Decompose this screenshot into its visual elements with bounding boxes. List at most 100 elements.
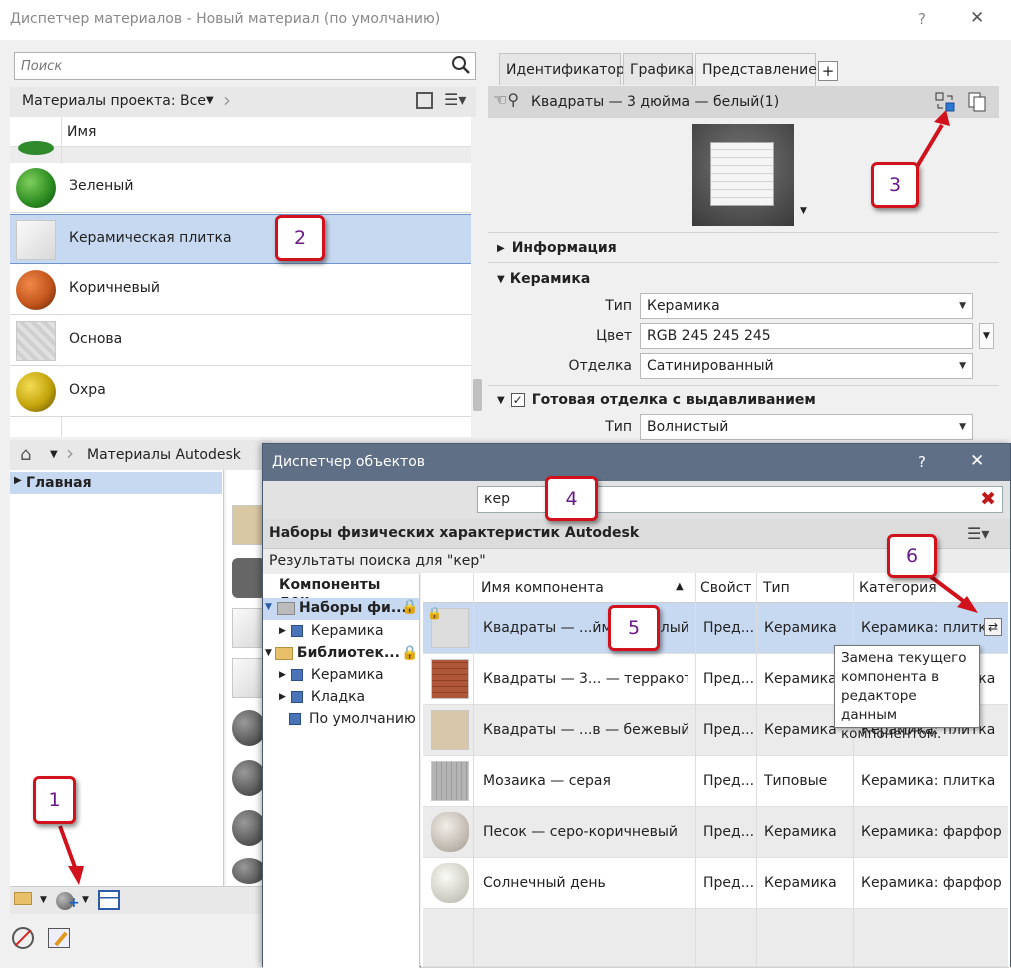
- list-options-icon[interactable]: ☰▾: [444, 90, 466, 109]
- finish-checkbox[interactable]: ✓: [510, 393, 525, 407]
- column-header-name[interactable]: Имя компонента: [481, 580, 604, 596]
- callout-number: 4: [565, 487, 578, 510]
- list-item[interactable]: Охра: [10, 367, 471, 417]
- chevron-down-icon[interactable]: ▼: [50, 449, 58, 460]
- dialog-titlebar: Диспетчер объектов ? ✕: [263, 444, 1010, 481]
- category-icon: [290, 669, 303, 681]
- section-finish-header[interactable]: ▼ ✓ Готовая отделка с выдавливанием: [497, 392, 816, 408]
- list-item[interactable]: Основа: [10, 316, 471, 366]
- open-library-icon[interactable]: [14, 892, 32, 909]
- replace-asset-icon[interactable]: [935, 92, 955, 112]
- tree-item[interactable]: ▼ Библиотек...: [265, 645, 400, 661]
- library-thumbnail: [232, 658, 266, 698]
- column-header-category[interactable]: Категория: [859, 580, 937, 596]
- section-ceramic-header[interactable]: ▼ Керамика: [497, 271, 590, 287]
- collapse-icon[interactable]: ▼: [265, 648, 272, 658]
- name-column-header[interactable]: Имя: [67, 124, 96, 140]
- section-info-header[interactable]: ▶ Информация: [497, 240, 617, 256]
- asset-category: Керамика: плитка: [861, 620, 985, 636]
- project-materials-filter[interactable]: Материалы проекта: Все: [22, 93, 206, 109]
- view-toggle-icon[interactable]: [416, 92, 433, 109]
- expand-icon[interactable]: ▶: [14, 475, 22, 486]
- list-item-selected[interactable]: Керамическая плитка: [10, 214, 471, 264]
- relief-type-value: Волнистый: [647, 419, 729, 435]
- collapse-icon[interactable]: ▼: [265, 602, 272, 612]
- bottom-toolbar: ▼ + ▼: [10, 886, 262, 914]
- chevron-down-icon[interactable]: ▼: [40, 895, 47, 905]
- chevron-down-icon: ▼: [959, 301, 966, 311]
- relief-type-dropdown[interactable]: Волнистый ▼: [640, 414, 973, 440]
- results-label: Результаты поиска для "кер": [269, 553, 486, 569]
- callout-3: 3: [871, 162, 919, 208]
- home-icon[interactable]: ⌂: [20, 444, 31, 465]
- asset-type: Типовые: [764, 773, 828, 789]
- scrollbar-thumb[interactable]: [473, 379, 482, 411]
- add-tab-button[interactable]: +: [818, 61, 838, 81]
- library-thumbnail: [232, 505, 266, 545]
- hand-asset-icon: ☜⚲: [493, 90, 520, 109]
- material-browser-toggle-icon[interactable]: [98, 890, 120, 910]
- collapse-icon[interactable]: ▼: [497, 395, 505, 406]
- expand-icon[interactable]: ▶: [279, 692, 286, 702]
- list-options-icon[interactable]: ☰▾: [967, 524, 989, 543]
- finish-dropdown[interactable]: Сатинированный ▼: [640, 353, 973, 379]
- help-button[interactable]: ?: [918, 10, 926, 28]
- preview-options-icon[interactable]: ▼: [800, 206, 807, 216]
- tab-graphics[interactable]: Графика: [623, 53, 694, 85]
- search-input[interactable]: [14, 52, 476, 80]
- tree-item-label: Главная: [26, 475, 92, 491]
- color-field[interactable]: RGB 245 245 245: [640, 323, 973, 349]
- tree-item-home[interactable]: ▶ Главная: [10, 472, 222, 494]
- help-button[interactable]: ?: [918, 453, 926, 471]
- expand-icon[interactable]: ▶: [497, 243, 505, 254]
- search-icon[interactable]: [451, 55, 471, 79]
- chevron-down-icon[interactable]: ▼: [82, 895, 89, 905]
- expand-icon[interactable]: ▶: [279, 670, 286, 680]
- tree-item[interactable]: ▶ Керамика: [279, 623, 384, 639]
- table-row[interactable]: Мозаика — серая Пред... Типовые Керамика…: [423, 756, 1008, 807]
- callout-number: 5: [627, 617, 641, 639]
- column-header-type[interactable]: Тип: [763, 580, 790, 596]
- tab-appearance[interactable]: Представление: [695, 53, 817, 86]
- folder-icon: [274, 646, 293, 660]
- dialog-title: Диспетчер объектов: [272, 454, 426, 470]
- list-scrollbar[interactable]: [471, 117, 484, 437]
- close-button[interactable]: ✕: [970, 451, 984, 471]
- purge-icon[interactable]: [12, 927, 34, 949]
- tab-identity[interactable]: Идентификатор: [499, 53, 625, 85]
- preview-cube: [710, 142, 774, 206]
- clear-search-icon[interactable]: ✖: [980, 488, 996, 510]
- color-label: Цвет: [596, 328, 632, 344]
- library-thumbnail: [232, 710, 266, 746]
- table-row[interactable]: Песок — серо-коричневый Пред... Керамика…: [423, 807, 1008, 858]
- partial-row: [10, 141, 471, 163]
- chevron-down-icon[interactable]: ▼: [206, 95, 214, 106]
- grid-divider: [695, 603, 696, 967]
- tree-item[interactable]: ▶ Кладка: [279, 689, 365, 705]
- asset-category: Керамика: плитка: [861, 773, 996, 789]
- material-thumbnail: [16, 168, 56, 208]
- collapse-icon[interactable]: ▼: [497, 274, 505, 285]
- duplicate-asset-icon[interactable]: [967, 92, 987, 112]
- expand-icon[interactable]: ▶: [279, 626, 286, 636]
- close-button[interactable]: ✕: [970, 8, 984, 28]
- color-options-button[interactable]: ▼: [979, 323, 994, 349]
- column-header-properties[interactable]: Свойст: [700, 580, 752, 596]
- tree-item[interactable]: ▶ Керамика: [279, 667, 384, 683]
- tree-item-label: Библиотек...: [296, 645, 400, 661]
- tree-item[interactable]: По умолчанию: [289, 711, 416, 727]
- type-dropdown[interactable]: Керамика ▼: [640, 293, 973, 319]
- search-field[interactable]: [21, 54, 441, 78]
- section-label: Информация: [511, 240, 617, 256]
- edit-material-icon[interactable]: [48, 928, 70, 948]
- sort-ascending-icon[interactable]: ▲: [676, 581, 684, 592]
- list-item[interactable]: Коричневый: [10, 265, 471, 315]
- replace-in-editor-button[interactable]: ⇄: [984, 618, 1002, 636]
- library-thumbnail: [232, 558, 266, 598]
- list-item[interactable]: Зеленый: [10, 163, 471, 213]
- asset-thumbnail: [431, 659, 469, 699]
- tree-item-selected[interactable]: ▼ Наборы фи... 🔒: [263, 598, 419, 620]
- library-breadcrumb[interactable]: Материалы Autodesk: [87, 447, 241, 463]
- tree-item-label: Наборы фи...: [299, 600, 407, 616]
- table-row[interactable]: Солнечный день Пред... Керамика Керамика…: [423, 858, 1008, 909]
